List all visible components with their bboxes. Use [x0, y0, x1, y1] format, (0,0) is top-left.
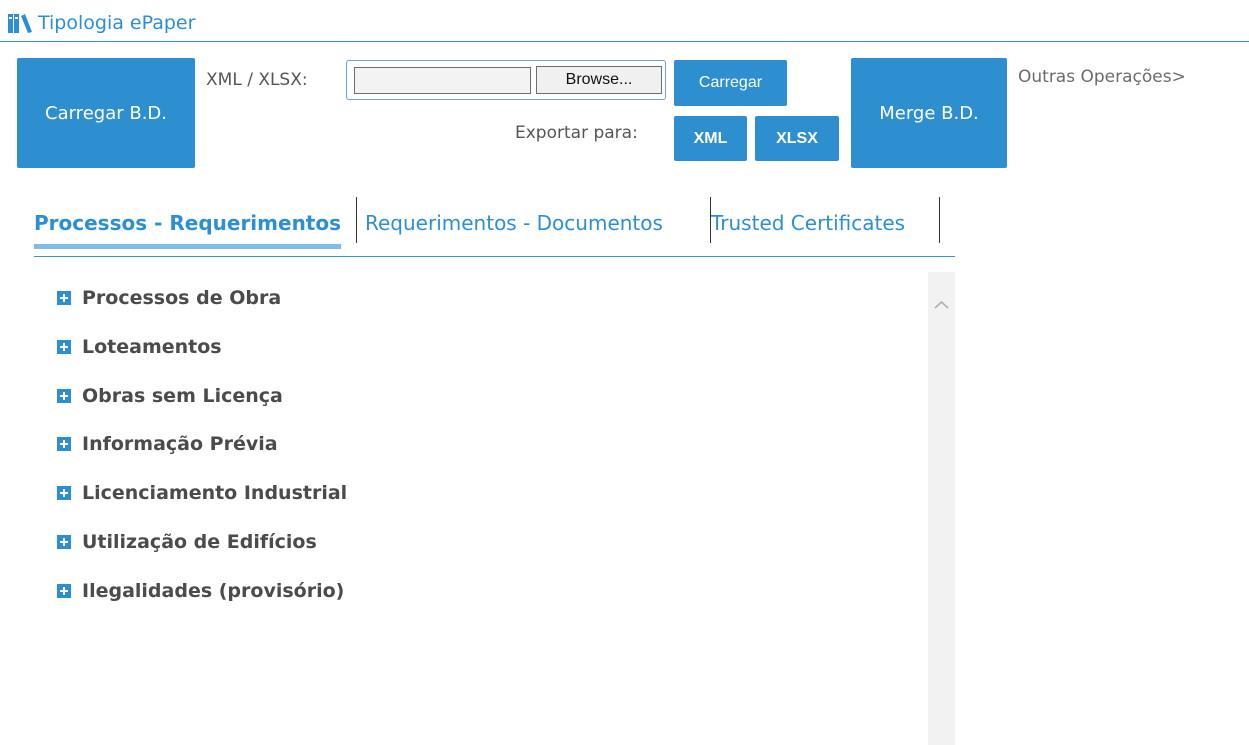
browse-button[interactable]: Browse... [536, 66, 662, 94]
merge-db-button[interactable]: Merge B.D. [851, 58, 1007, 168]
plus-icon[interactable] [57, 340, 71, 354]
tab-divider [356, 197, 357, 243]
tree-item-informacao-previa[interactable]: Informação Prévia [57, 431, 278, 457]
tree-item-loteamentos[interactable]: Loteamentos [57, 334, 222, 360]
tree-item-ilegalidades[interactable]: Ilegalidades (provisório) [57, 578, 344, 604]
plus-icon[interactable] [57, 437, 71, 451]
chevron-up-icon[interactable] [928, 294, 955, 314]
app-title: Tipologia ePaper [38, 12, 196, 34]
category-tree: Processos de Obra Loteamentos Obras sem … [0, 272, 955, 745]
load-db-button[interactable]: Carregar B.D. [17, 58, 195, 168]
tree-item-label: Utilização de Edifícios [82, 531, 317, 553]
file-label: XML / XLSX: [206, 70, 308, 90]
tab-trusted-certificates[interactable]: Trusted Certificates [711, 195, 905, 243]
active-tab-indicator [34, 244, 341, 249]
export-xml-button[interactable]: XML [674, 116, 747, 161]
export-xlsx-button[interactable]: XLSX [755, 116, 839, 161]
plus-icon[interactable] [57, 584, 71, 598]
tree-item-label: Processos de Obra [82, 287, 282, 309]
tree-item-label: Loteamentos [82, 336, 222, 358]
plus-icon[interactable] [57, 389, 71, 403]
file-input[interactable]: Browse... [346, 60, 666, 100]
tab-requerimentos-documentos[interactable]: Requerimentos - Documentos [365, 195, 663, 243]
tab-bar: Processos - Requerimentos Requerimentos … [34, 195, 955, 257]
upload-button[interactable]: Carregar [674, 60, 787, 106]
tree-item-label: Informação Prévia [82, 433, 278, 455]
tab-processos-requerimentos[interactable]: Processos - Requerimentos [34, 195, 341, 243]
export-label: Exportar para: [515, 123, 638, 143]
tree-item-label: Obras sem Licença [82, 385, 283, 407]
plus-icon[interactable] [57, 486, 71, 500]
plus-icon[interactable] [57, 291, 71, 305]
tree-item-processos-de-obra[interactable]: Processos de Obra [57, 285, 281, 311]
vertical-scrollbar[interactable] [928, 272, 955, 745]
tree-item-licenciamento-industrial[interactable]: Licenciamento Industrial [57, 480, 347, 506]
file-path-field[interactable] [354, 67, 531, 94]
app-header: Tipologia ePaper [0, 0, 1249, 42]
books-icon [8, 14, 32, 33]
plus-icon[interactable] [57, 535, 71, 549]
tree-item-utilizacao-de-edificios[interactable]: Utilização de Edifícios [57, 529, 317, 555]
tree-item-label: Ilegalidades (provisório) [82, 580, 345, 602]
tree-item-obras-sem-licenca[interactable]: Obras sem Licença [57, 383, 283, 409]
other-operations-link[interactable]: Outras Operações> [1018, 67, 1186, 87]
tab-divider [939, 197, 940, 243]
tree-item-label: Licenciamento Industrial [82, 482, 348, 504]
